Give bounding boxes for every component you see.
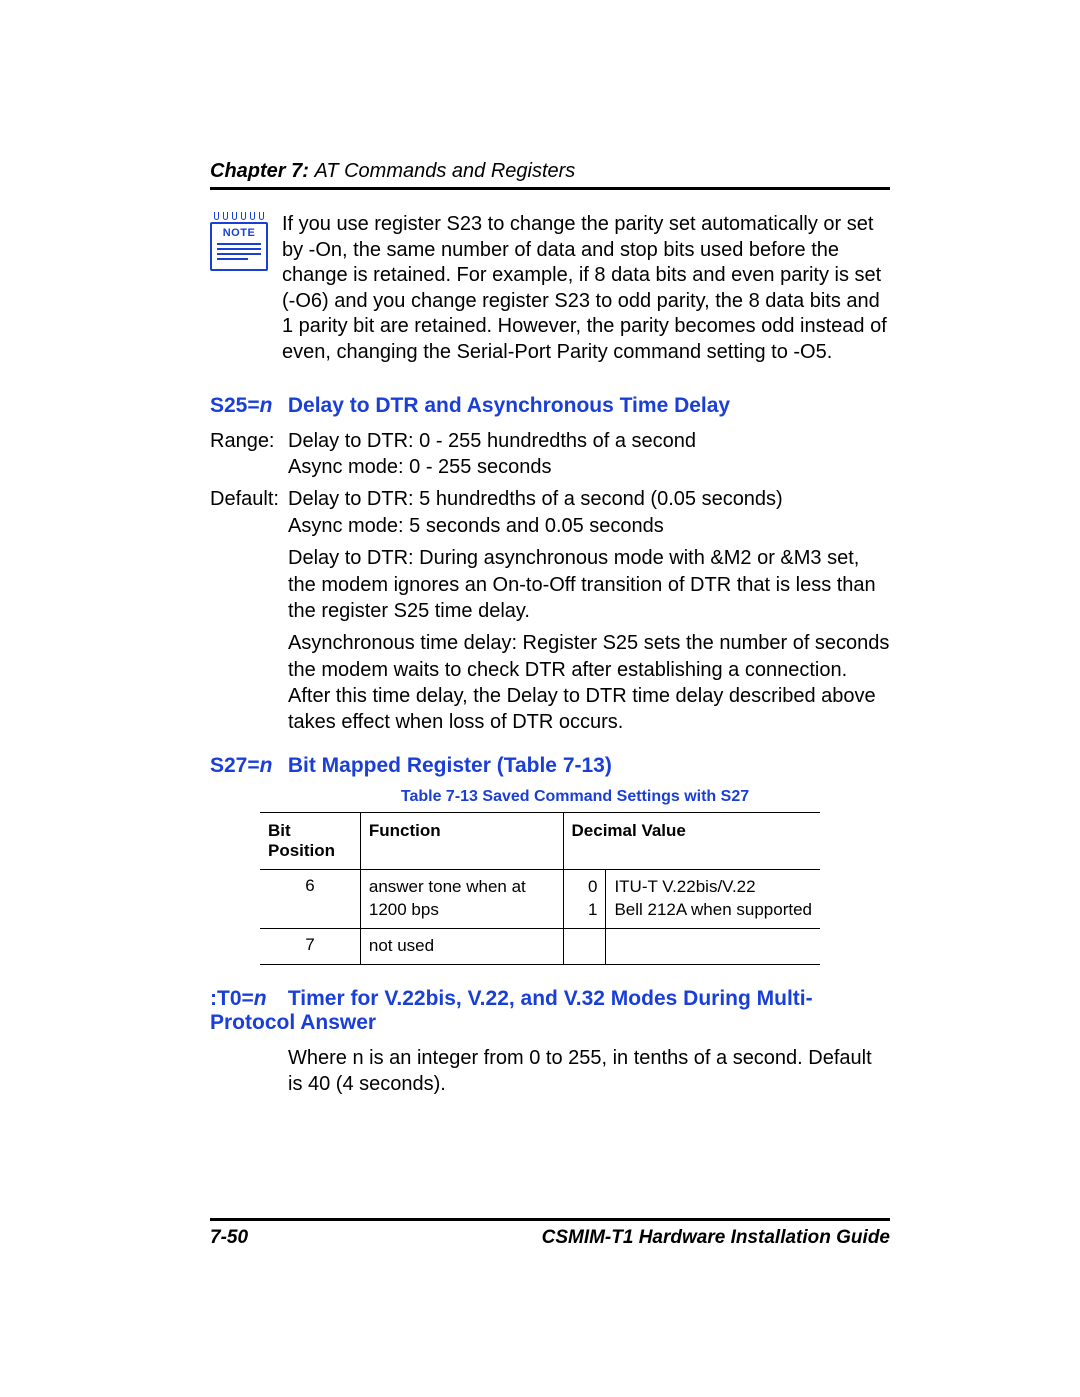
- cell-codes: [563, 928, 606, 964]
- t0-heading: :T0=n Timer for V.22bis, V.22, and V.32 …: [210, 987, 890, 1035]
- t0-para-row: Where n is an integer from 0 to 255, in …: [210, 1045, 890, 1098]
- s27-n: n: [260, 754, 273, 777]
- cell-codes: 0 1: [563, 869, 606, 928]
- chapter-title: AT Commands and Registers: [314, 160, 575, 182]
- doc-title: CSMIM-T1 Hardware Installation Guide: [542, 1227, 890, 1249]
- chapter-label: Chapter 7:: [210, 160, 314, 182]
- table-row: 7 not used: [260, 928, 820, 964]
- note-block: NOTE If you use register S23 to change t…: [210, 212, 890, 366]
- default-line1: Delay to DTR: 5 hundredths of a second (…: [288, 486, 890, 512]
- note-icon: NOTE: [210, 212, 268, 271]
- table-header-row: Bit Position Function Decimal Value: [260, 812, 820, 869]
- cell-fn: not used: [360, 928, 563, 964]
- th-decimal-value: Decimal Value: [563, 812, 820, 869]
- note-text: If you use register S23 to change the pa…: [282, 212, 890, 366]
- s25-range: Range: Delay to DTR: 0 - 255 hundredths …: [210, 428, 890, 481]
- s27-title: Bit Mapped Register (Table 7-13): [288, 754, 612, 777]
- s25-heading: S25=n Delay to DTR and Asynchronous Time…: [210, 394, 890, 418]
- note-icon-label: NOTE: [217, 227, 261, 239]
- page-footer: 7-50 CSMIM-T1 Hardware Installation Guid…: [210, 1218, 890, 1249]
- s25-default: Default: Delay to DTR: 5 hundredths of a…: [210, 486, 890, 539]
- s27-cmd: S27=: [210, 754, 260, 777]
- s25-title: Delay to DTR and Asynchronous Time Delay: [288, 394, 730, 417]
- s25-para1-row: Delay to DTR: During asynchronous mode w…: [210, 545, 890, 624]
- th-bit-position: Bit Position: [260, 812, 360, 869]
- t0-para: Where n is an integer from 0 to 255, in …: [288, 1045, 890, 1098]
- page: Chapter 7: AT Commands and Registers NOT…: [0, 0, 1080, 1397]
- s25-n: n: [260, 394, 273, 417]
- s25-para1: Delay to DTR: During asynchronous mode w…: [288, 545, 890, 624]
- footer-rule: [210, 1218, 890, 1221]
- s27-heading: S27=n Bit Mapped Register (Table 7-13): [210, 754, 890, 778]
- s25-para2: Asynchronous time delay: Register S25 se…: [288, 630, 890, 736]
- running-header: Chapter 7: AT Commands and Registers: [210, 160, 890, 183]
- th-function: Function: [360, 812, 563, 869]
- s25-para2-row: Asynchronous time delay: Register S25 se…: [210, 630, 890, 736]
- cell-desc: ITU-T V.22bis/V.22 Bell 212A when suppor…: [606, 869, 820, 928]
- range-label: Range:: [210, 428, 288, 481]
- default-label: Default:: [210, 486, 288, 539]
- page-number: 7-50: [210, 1227, 248, 1249]
- cell-desc: [606, 928, 820, 964]
- cell-pos: 7: [260, 928, 360, 964]
- s27-table: Bit Position Function Decimal Value 6 an…: [260, 812, 820, 965]
- t0-n: n: [254, 987, 267, 1010]
- s25-cmd: S25=: [210, 394, 260, 417]
- table-caption: Table 7-13 Saved Command Settings with S…: [260, 788, 890, 806]
- range-line1: Delay to DTR: 0 - 255 hundredths of a se…: [288, 428, 890, 454]
- t0-cmd: :T0=: [210, 987, 254, 1010]
- range-line2: Async mode: 0 - 255 seconds: [288, 454, 890, 480]
- t0-title: Timer for V.22bis, V.22, and V.32 Modes …: [210, 987, 813, 1034]
- header-rule: [210, 187, 890, 190]
- default-line2: Async mode: 5 seconds and 0.05 seconds: [288, 513, 890, 539]
- table-row: 6 answer tone when at 1200 bps 0 1 ITU-T…: [260, 869, 820, 928]
- cell-fn: answer tone when at 1200 bps: [360, 869, 563, 928]
- cell-pos: 6: [260, 869, 360, 928]
